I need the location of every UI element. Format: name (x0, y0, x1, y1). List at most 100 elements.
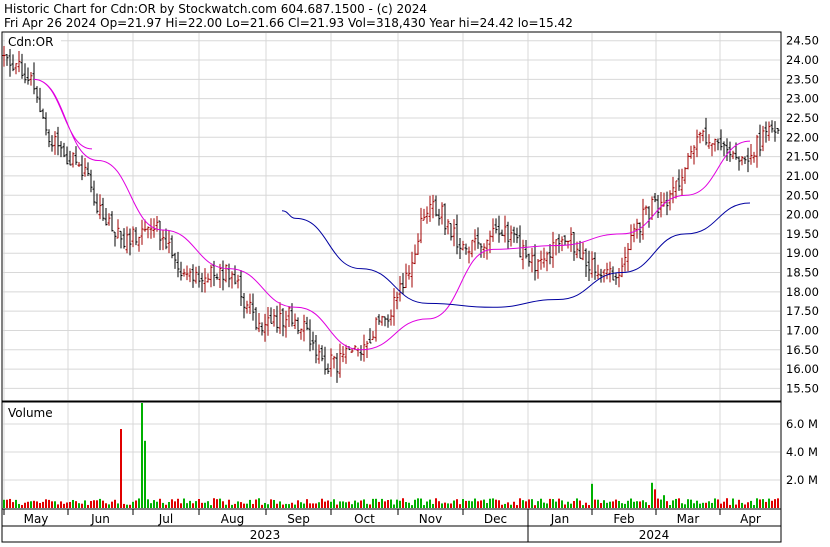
volume-bar (390, 499, 392, 508)
volume-bar (768, 498, 770, 508)
volume-bar (318, 502, 320, 508)
volume-bar (150, 503, 152, 508)
volume-bar (333, 499, 335, 508)
volume-bar (570, 503, 572, 508)
price-panel-label: Cdn:OR (8, 35, 53, 49)
volume-bar (603, 500, 605, 508)
volume-bar (573, 501, 575, 508)
volume-bar (681, 503, 683, 508)
volume-bar (729, 504, 731, 508)
year-label: 2024 (639, 528, 670, 542)
volume-bar (420, 498, 422, 508)
volume-bar (414, 499, 416, 508)
price-tick-label: 15.50 (786, 381, 819, 395)
volume-bar (183, 498, 185, 508)
volume-bar (129, 504, 131, 508)
volume-bar (750, 500, 752, 508)
volume-bar (600, 503, 602, 508)
volume-bar (675, 498, 677, 508)
volume-bar (432, 503, 434, 508)
volume-bar (447, 503, 449, 508)
volume-bar (756, 498, 758, 508)
volume-bar (204, 502, 206, 508)
volume-bar (162, 502, 164, 508)
volume-bar (72, 499, 74, 508)
volume-bar (153, 500, 155, 508)
volume-bar (156, 501, 158, 508)
volume-bar (438, 501, 440, 508)
volume-bar (384, 501, 386, 508)
month-label: Jan (550, 512, 570, 526)
month-label: Jun (90, 512, 110, 526)
volume-bar (426, 501, 428, 508)
volume-bar (618, 500, 620, 508)
volume-bar (687, 499, 689, 508)
volume-bar (99, 498, 101, 508)
volume-bar (291, 502, 293, 508)
volume-bar (207, 501, 209, 508)
volume-bar (459, 504, 461, 508)
volume-bar (69, 501, 71, 508)
volume-bar (576, 498, 578, 508)
volume-bar (357, 502, 359, 508)
volume-bar (123, 503, 125, 508)
volume-bar (273, 499, 275, 508)
volume-bar (282, 504, 284, 508)
volume-tick-label: 2.0 M (786, 473, 818, 487)
chart-header-line1: Historic Chart for Cdn:OR by Stockwatch.… (4, 2, 427, 16)
price-tick-label: 22.50 (786, 111, 819, 125)
volume-bar (108, 504, 110, 508)
volume-bar (408, 502, 410, 508)
volume-bar (588, 505, 590, 508)
volume-bar (591, 483, 593, 508)
price-tick-label: 17.50 (786, 304, 819, 318)
volume-bar (615, 499, 617, 508)
volume-bar (189, 500, 191, 508)
month-label: Mar (677, 512, 700, 526)
volume-bar (279, 501, 281, 508)
volume-bar (297, 500, 299, 508)
volume-bar (57, 504, 59, 508)
volume-bar (489, 498, 491, 508)
volume-bar (387, 500, 389, 508)
volume-bar (516, 505, 518, 508)
volume-bar (75, 501, 77, 508)
volume-bar (54, 501, 56, 508)
volume-bar (81, 503, 83, 508)
volume-bar (495, 499, 497, 508)
month-label: Nov (419, 512, 442, 526)
volume-bar (255, 499, 257, 508)
volume-axis-ticks: 2.0 M 4.0 M 6.0 M (786, 417, 818, 487)
volume-bar (51, 501, 53, 508)
volume-bar (636, 501, 638, 508)
volume-bar (510, 504, 512, 508)
volume-bar (141, 403, 143, 508)
volume-bar (360, 500, 362, 508)
price-tick-label: 16.50 (786, 343, 819, 357)
volume-bar (720, 503, 722, 508)
volume-bar (468, 500, 470, 508)
price-tick-label: 18.00 (786, 285, 819, 299)
volume-bar (507, 502, 509, 508)
volume-bar (642, 500, 644, 508)
volume-bar (453, 500, 455, 508)
volume-bar (180, 503, 182, 508)
volume-bar (465, 500, 467, 508)
volume-bar (525, 501, 527, 508)
volume-bar (198, 499, 200, 508)
month-label: May (24, 512, 49, 526)
volume-bar (126, 504, 128, 508)
price-tick-label: 22.00 (786, 130, 819, 144)
volume-bar (246, 503, 248, 508)
price-tick-label: 20.50 (786, 188, 819, 202)
volume-bar (48, 499, 50, 508)
volume-bar (549, 498, 551, 508)
volume-bar (708, 501, 710, 508)
volume-bar (774, 499, 776, 508)
volume-bar (276, 503, 278, 508)
volume-bar (63, 503, 65, 508)
volume-bar (522, 500, 524, 508)
volume-bar (429, 499, 431, 508)
volume-bar (267, 504, 269, 508)
volume-bar (645, 502, 647, 508)
